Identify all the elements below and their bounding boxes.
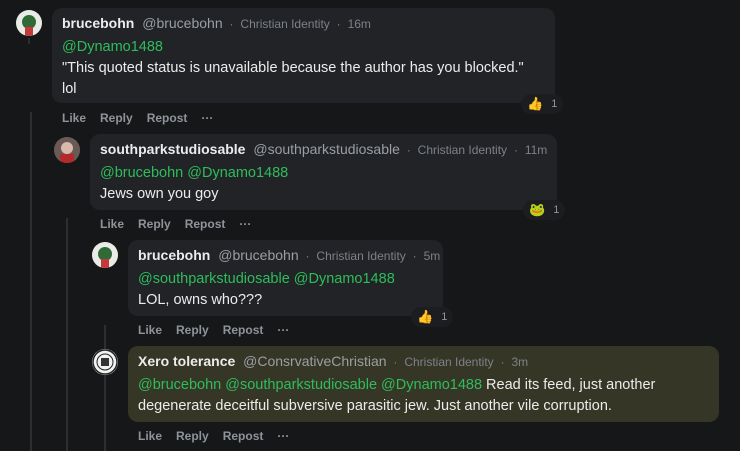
reaction-count: 1: [553, 204, 560, 216]
group-name[interactable]: Christian Identity: [404, 355, 493, 369]
mention-link[interactable]: @Dynamo1488: [62, 37, 545, 58]
separator: ·: [406, 143, 411, 157]
more-options-button[interactable]: ···: [239, 217, 251, 231]
thread-line: [66, 218, 68, 451]
mention-link[interactable]: @brucebohn @southparkstudiosable @Dynamo…: [138, 377, 482, 393]
reaction-badge[interactable]: 👍 1: [521, 94, 564, 114]
author-name[interactable]: Xero tolerance: [138, 353, 235, 369]
avatar[interactable]: [16, 10, 42, 36]
comment-actions: Like Reply Repost ···: [138, 429, 303, 443]
group-name[interactable]: Christian Identity: [316, 249, 405, 263]
author-handle[interactable]: @ConsrvativeChristian: [243, 353, 386, 369]
comment-body: @brucebohn @southparkstudiosable @Dynamo…: [138, 375, 709, 417]
comment-text: "This quoted status is unavailable becau…: [62, 60, 524, 76]
reaction-count: 1: [441, 311, 448, 323]
like-button[interactable]: Like: [138, 323, 162, 337]
author-handle[interactable]: @southparkstudiosable: [253, 141, 400, 157]
reaction-badge[interactable]: 🐸 1: [523, 200, 566, 220]
reply-button[interactable]: Reply: [138, 217, 171, 231]
reaction-badge[interactable]: 👍 1: [411, 307, 454, 327]
frog-icon: 🐸: [529, 202, 546, 217]
comment-actions: Like Reply Repost ···: [62, 111, 227, 125]
separator: ·: [513, 143, 518, 157]
repost-button[interactable]: Repost: [147, 111, 188, 125]
comment-text: lol: [62, 81, 77, 97]
separator: ·: [500, 355, 505, 369]
comment-body: @southparkstudiosable @Dynamo1488 LOL, o…: [138, 269, 433, 311]
separator: ·: [305, 249, 310, 263]
reply-button[interactable]: Reply: [176, 429, 209, 443]
mention-link[interactable]: @southparkstudiosable @Dynamo1488: [138, 269, 433, 290]
separator: ·: [412, 249, 417, 263]
repost-button[interactable]: Repost: [185, 217, 226, 231]
mention-link[interactable]: @brucebohn @Dynamo1488: [100, 163, 547, 184]
author-name[interactable]: brucebohn: [62, 15, 134, 31]
separator: ·: [229, 17, 234, 31]
timestamp[interactable]: 5m: [424, 249, 441, 263]
comment-header: brucebohn @brucebohn · Christian Identit…: [62, 14, 545, 33]
comment-text: LOL, owns who???: [138, 292, 263, 308]
author-handle[interactable]: @brucebohn: [142, 15, 222, 31]
comment-body: @brucebohn @Dynamo1488 Jews own you goy: [100, 163, 547, 205]
group-name[interactable]: Christian Identity: [418, 143, 507, 157]
thumbs-up-icon: 👍: [417, 309, 434, 324]
more-options-button[interactable]: ···: [201, 111, 213, 125]
comment-header: brucebohn @brucebohn · Christian Identit…: [138, 246, 440, 265]
comment-bubble: brucebohn @brucebohn · Christian Identit…: [52, 8, 555, 103]
comment-text: Jews own you goy: [100, 186, 219, 202]
comment-header: Xero tolerance @ConsrvativeChristian · C…: [138, 352, 709, 371]
comment-bubble: southparkstudiosable @southparkstudiosab…: [90, 134, 557, 210]
reply-button[interactable]: Reply: [176, 323, 209, 337]
like-button[interactable]: Like: [138, 429, 162, 443]
separator: ·: [336, 17, 341, 31]
avatar[interactable]: [92, 242, 118, 268]
comment-body: @Dynamo1488 "This quoted status is unava…: [62, 37, 545, 100]
author-name[interactable]: southparkstudiosable: [100, 141, 245, 157]
more-options-button[interactable]: ···: [277, 429, 289, 443]
comment-text: Read its feed, just another: [482, 377, 656, 393]
comment-actions: Like Reply Repost ···: [100, 217, 265, 231]
timestamp[interactable]: 3m: [511, 355, 528, 369]
group-name[interactable]: Christian Identity: [240, 17, 329, 31]
comment-header: southparkstudiosable @southparkstudiosab…: [100, 140, 547, 159]
avatar[interactable]: [92, 349, 118, 375]
repost-button[interactable]: Repost: [223, 323, 264, 337]
reaction-count: 1: [551, 98, 558, 110]
like-button[interactable]: Like: [62, 111, 86, 125]
avatar[interactable]: [54, 137, 80, 163]
repost-button[interactable]: Repost: [223, 429, 264, 443]
like-button[interactable]: Like: [100, 217, 124, 231]
thread-line: [28, 38, 30, 44]
thread-line: [30, 112, 32, 451]
separator: ·: [393, 355, 398, 369]
author-handle[interactable]: @brucebohn: [218, 247, 298, 263]
comment-bubble: Xero tolerance @ConsrvativeChristian · C…: [128, 346, 719, 422]
thread-line: [104, 325, 106, 451]
comment-actions: Like Reply Repost ···: [138, 323, 303, 337]
timestamp[interactable]: 16m: [348, 17, 371, 31]
thumbs-up-icon: 👍: [527, 96, 544, 111]
comment-bubble: brucebohn @brucebohn · Christian Identit…: [128, 240, 443, 316]
more-options-button[interactable]: ···: [277, 323, 289, 337]
timestamp[interactable]: 11m: [525, 143, 547, 157]
reply-button[interactable]: Reply: [100, 111, 133, 125]
author-name[interactable]: brucebohn: [138, 247, 210, 263]
comment-text: degenerate deceitful subversive parasiti…: [138, 398, 612, 414]
